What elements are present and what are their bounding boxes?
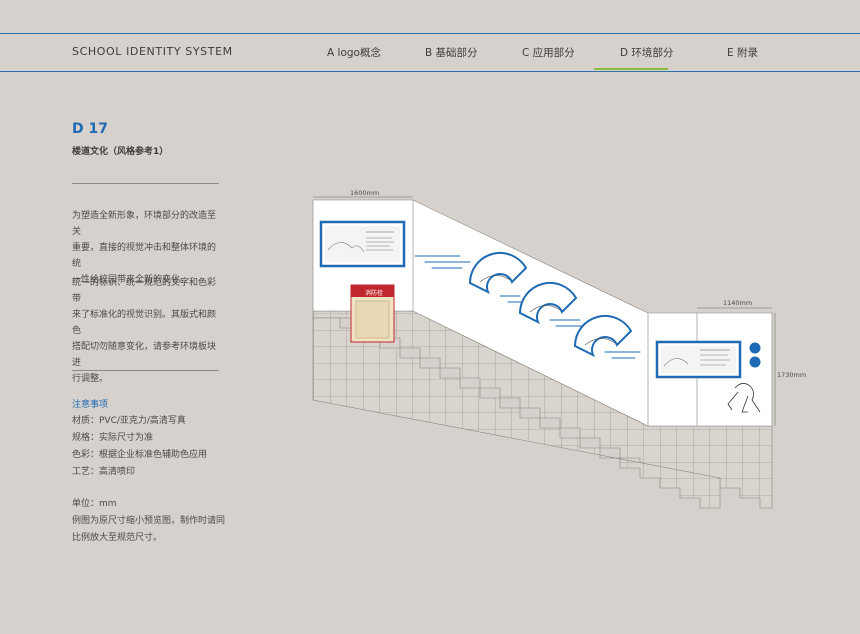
display-board-left [319,220,406,268]
dim-label-right-width: 1140mm [723,299,753,307]
fire-cabinet-label: 消防栓 [365,290,384,297]
stairwell-illustration [312,196,776,509]
dim-label-right-height: 1730mm [777,371,807,379]
display-board-right [655,340,742,379]
dim-label-left-width: 1600mm [350,189,380,197]
